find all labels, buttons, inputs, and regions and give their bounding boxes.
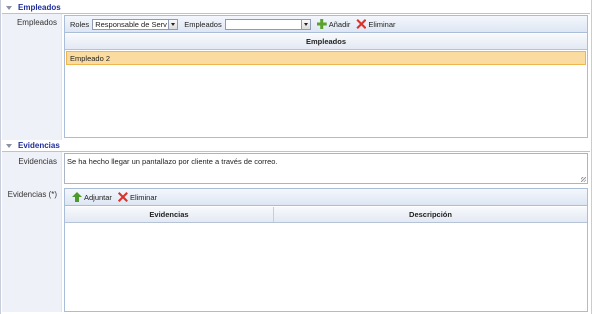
evidencias-textarea[interactable]: Se ha hecho llegar un pantallazo por cli… <box>64 153 588 184</box>
empleados-panel: Roles Responsable de Serv Empleados Añad… <box>64 15 588 138</box>
empleados-section-title: Empleados <box>18 3 61 12</box>
chevron-down-icon[interactable] <box>168 19 178 29</box>
add-empleado-button[interactable]: Añadir <box>316 19 351 29</box>
evidencias-text: Se ha hecho llegar un pantallazo por cli… <box>67 157 278 166</box>
red-x-icon <box>356 19 367 29</box>
empleados-combo[interactable] <box>224 18 311 30</box>
evidencias-section-title: Evidencias <box>18 141 60 150</box>
evidencias-grid-header: Evidencias Descripción <box>65 207 587 223</box>
empleados-column-header[interactable]: Empleados <box>65 34 587 49</box>
evidencias-panel: Adjuntar Eliminar Evidencias Descripción <box>64 188 588 312</box>
empleados-section-header[interactable]: Empleados <box>2 2 590 14</box>
green-up-arrow-icon <box>72 192 82 202</box>
evidencias-attach-label: Evidencias (*) <box>7 190 57 199</box>
delete-evidencia-label: Eliminar <box>129 192 158 202</box>
delete-button-label: Eliminar <box>368 19 396 29</box>
green-plus-icon <box>316 19 327 29</box>
chevron-down-icon[interactable] <box>300 19 310 29</box>
delete-empleado-button[interactable]: Eliminar <box>356 19 396 29</box>
collapse-triangle-icon[interactable] <box>6 143 12 148</box>
evidencias-toolbar: Adjuntar Eliminar <box>65 189 587 206</box>
add-button-label: Añadir <box>328 19 351 29</box>
empleados-grid-header: Empleados <box>65 34 587 50</box>
resize-grip-icon[interactable] <box>581 177 586 182</box>
table-cell: Empleado 2 <box>70 53 111 63</box>
empleados-field-label: Empleados <box>16 18 57 27</box>
evidencias-label-column: Evidencias Evidencias (*) <box>2 152 62 312</box>
empleados-label-column: Empleados <box>2 14 62 140</box>
attach-button[interactable]: Adjuntar <box>72 192 112 202</box>
evidencias-field-label: Evidencias <box>18 157 57 166</box>
delete-evidencia-button[interactable]: Eliminar <box>117 192 158 202</box>
empleados-combo-label: Empleados <box>184 19 222 29</box>
roles-label: Roles <box>70 19 90 29</box>
table-row[interactable]: Empleado 2 <box>66 51 586 65</box>
roles-combo-value: Responsable de Serv <box>95 19 167 29</box>
evidencias-column-header[interactable]: Evidencias <box>65 207 274 222</box>
roles-combo[interactable]: Responsable de Serv <box>92 18 179 30</box>
empleados-toolbar: Roles Responsable de Serv Empleados Añad… <box>65 16 587 33</box>
collapse-triangle-icon[interactable] <box>6 5 12 10</box>
descripcion-column-header[interactable]: Descripción <box>274 207 587 222</box>
evidencias-section-header[interactable]: Evidencias <box>2 140 590 152</box>
red-x-icon <box>117 192 128 202</box>
attach-button-label: Adjuntar <box>84 192 112 202</box>
